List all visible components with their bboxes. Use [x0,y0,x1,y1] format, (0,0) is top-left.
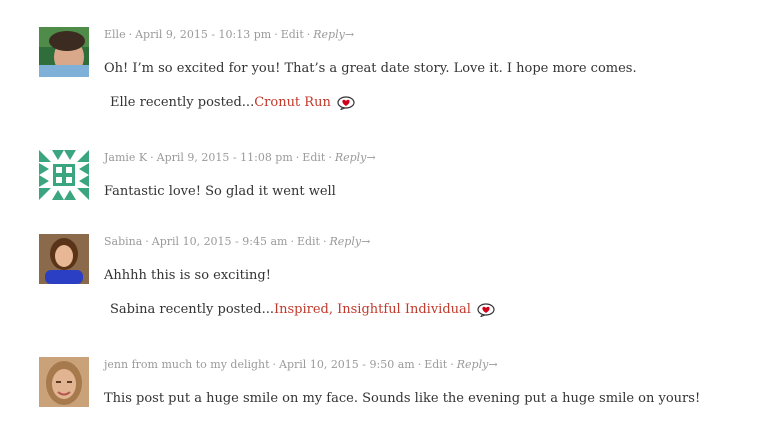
comment-date[interactable]: April 10, 2015 - 9:50 am [279,358,415,371]
comment-date[interactable]: April 9, 2015 - 11:08 pm [157,151,293,164]
reply-link[interactable]: Reply→ [457,358,498,371]
commentluv-heart-icon[interactable] [477,302,495,318]
avatar [39,27,89,77]
reply-arrow-icon: → [488,358,498,371]
comment-author[interactable]: jenn from much to my delight [104,358,270,371]
reply-arrow-icon: → [344,28,355,41]
edit-link[interactable]: Edit [424,358,447,371]
comment-meta: Sabina · April 10, 2015 - 9:45 am · Edit · Rep… [104,235,371,248]
luv-post-link[interactable]: Cronut Run [254,95,331,110]
reply-link[interactable]: Reply→ [335,151,376,164]
comment-text: Fantastic love! So glad it went well [104,184,336,199]
comment-text: Oh! I’m so excited for you! That’s a gre… [104,61,637,76]
reply-arrow-icon: → [361,235,371,248]
edit-link[interactable]: Edit [302,151,325,164]
comment-date[interactable]: April 10, 2015 - 9:45 am [152,235,288,248]
commentluv-line: Sabina recently posted...Inspired, Insig… [104,301,754,319]
avatar [39,150,89,200]
comment-author[interactable]: Jamie K [104,151,147,164]
avatar [39,357,89,407]
comment-text: Ahhhh this is so exciting! [104,268,271,283]
comment-meta: jenn from much to my delight · April 10, 2… [104,358,498,371]
commentluv-line: Elle recently posted...Cronut Run [104,94,754,112]
comment-meta: Elle · April 9, 2015 - 10:13 pm · Edit · Reply… [104,28,355,41]
avatar [39,234,89,284]
comment-text: This post put a huge smile on my face. S… [104,391,701,406]
luv-prefix: Elle recently posted... [110,95,255,110]
reply-link[interactable]: Reply→ [313,28,354,41]
commentluv-heart-icon[interactable] [337,95,355,111]
reply-link[interactable]: Reply→ [329,235,370,248]
luv-prefix: Sabina recently posted... [110,302,274,317]
comment-author[interactable]: Sabina [104,235,142,248]
edit-link[interactable]: Edit [297,235,320,248]
comment-meta: Jamie K · April 9, 2015 - 11:08 pm · Edit · Re… [104,151,376,164]
comment-author[interactable]: Elle [104,28,126,41]
reply-arrow-icon: → [366,151,376,164]
luv-post-link[interactable]: Inspired, Insightful Individual [274,302,471,317]
edit-link[interactable]: Edit [281,28,304,41]
comment-date[interactable]: April 9, 2015 - 10:13 pm [135,28,271,41]
